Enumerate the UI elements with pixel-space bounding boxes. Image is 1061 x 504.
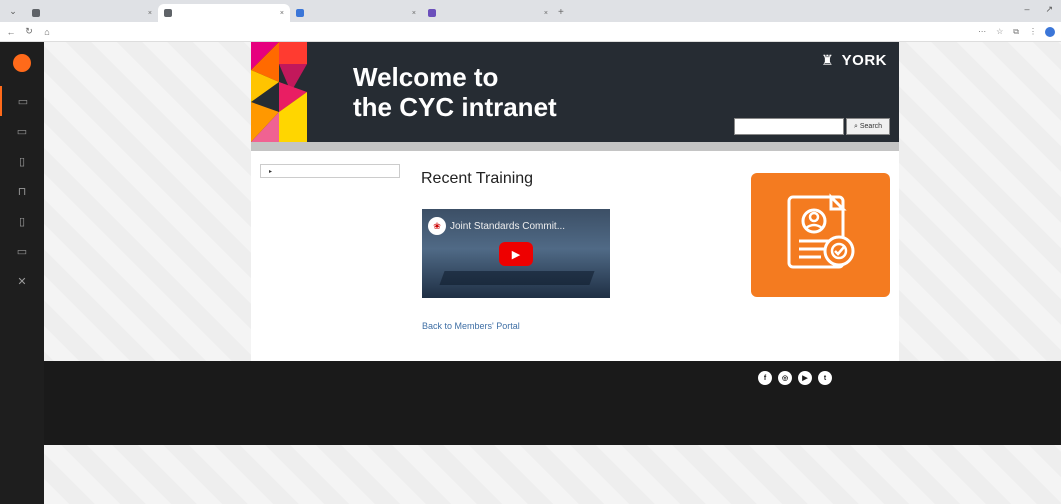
browser-tab[interactable]: × xyxy=(290,4,422,22)
sidebar-item[interactable]: ▭ xyxy=(0,116,44,146)
expand-arrow-icon: ▸ xyxy=(269,168,274,175)
page-heading: Welcome to the CYC intranet xyxy=(353,62,557,122)
youtube-icon[interactable]: ▶ xyxy=(798,371,812,385)
expand-button[interactable]: ↗ xyxy=(1045,4,1053,15)
new-tab-button[interactable]: + xyxy=(558,7,564,18)
tab-search-icon[interactable]: ⌄ xyxy=(6,4,20,18)
geometric-logo-icon xyxy=(251,42,307,142)
browser-toolbar: ⋯ ☆ ⧉ ⋮ xyxy=(978,27,1037,37)
sidebar-item[interactable]: ⊓ xyxy=(0,176,44,206)
browser-tabbar: ⌄ × × × × + – ↗ xyxy=(0,0,1061,22)
sidebar-item[interactable]: ▭ xyxy=(0,86,44,116)
back-arrow-icon[interactable]: ← xyxy=(6,27,16,37)
collections-icon[interactable]: ⧉ xyxy=(1013,27,1019,37)
training-tile-image xyxy=(751,173,890,297)
facebook-icon[interactable]: f xyxy=(758,371,772,385)
document-certificate-icon xyxy=(787,193,855,269)
sidebar-close-icon[interactable]: ✕ xyxy=(0,266,44,296)
tab-close-icon[interactable]: × xyxy=(412,10,416,17)
settings-icon[interactable]: ⋮ xyxy=(1029,27,1037,37)
browser-tab-active[interactable]: × xyxy=(158,4,290,22)
video-title[interactable]: Joint Standards Commit... xyxy=(450,221,565,232)
video-embed[interactable]: ❀ Joint Standards Commit... ▶ xyxy=(422,209,610,298)
profile-avatar[interactable] xyxy=(1045,26,1055,37)
refresh-icon[interactable]: ↻ xyxy=(24,26,34,37)
sidebar-item[interactable]: ▯ xyxy=(0,206,44,236)
tab-close-icon[interactable]: × xyxy=(148,10,152,17)
leftnav-item[interactable]: ▸ xyxy=(260,164,400,178)
twitter-icon[interactable]: t xyxy=(818,371,832,385)
sidebar-item[interactable]: ▯ xyxy=(0,146,44,176)
heading-line-2: the CYC intranet xyxy=(353,92,557,122)
york-crest-icon: ♜ xyxy=(821,52,834,68)
sidebar-item[interactable]: ▭ xyxy=(0,236,44,266)
app-sidebar: ▭ ▭ ▯ ⊓ ▯ ▭ ✕ xyxy=(0,42,44,504)
heading-line-1: Welcome to xyxy=(353,62,499,92)
search-button[interactable]: ⌕ Search xyxy=(846,118,890,135)
page-title: Recent Training xyxy=(421,170,534,187)
tab-favicon-icon xyxy=(164,9,172,17)
tab-close-icon[interactable]: × xyxy=(544,10,548,17)
browser-tab[interactable]: × xyxy=(26,4,158,22)
site-header: Welcome to the CYC intranet ♜ YORK ⌕ Sea… xyxy=(251,42,899,142)
instagram-icon[interactable]: ◎ xyxy=(778,371,792,385)
extensions-icon[interactable]: ⋯ xyxy=(978,27,986,37)
site-footer: f ◎ ▶ t xyxy=(44,361,1061,445)
search-input[interactable] xyxy=(734,118,844,135)
app-logo-icon[interactable] xyxy=(13,54,31,72)
home-icon[interactable]: ⌂ xyxy=(42,27,52,37)
video-thumbnail-detail xyxy=(439,271,595,285)
tab-favicon-icon xyxy=(428,9,436,17)
search-button-label: Search xyxy=(859,123,883,130)
window-controls: – ↗ xyxy=(1024,4,1053,15)
social-links: f ◎ ▶ t xyxy=(758,371,832,385)
favorite-star-icon[interactable]: ☆ xyxy=(996,27,1003,37)
play-button-icon[interactable]: ▶ xyxy=(499,242,533,266)
search-icon: ⌕ xyxy=(853,122,858,130)
browser-tab[interactable]: × xyxy=(422,4,554,22)
top-nav-strip xyxy=(251,142,899,151)
tab-favicon-icon xyxy=(296,9,304,17)
minimize-button[interactable]: – xyxy=(1024,4,1029,15)
channel-avatar-icon[interactable]: ❀ xyxy=(428,217,446,235)
back-to-portal-link[interactable]: Back to Members' Portal xyxy=(422,321,520,331)
york-logo: YORK xyxy=(841,52,887,69)
header-branding: ♜ YORK xyxy=(813,52,887,69)
address-bar: ← ↻ ⌂ ⋯ ☆ ⧉ ⋮ xyxy=(0,22,1061,42)
tab-close-icon[interactable]: × xyxy=(280,10,284,17)
tab-favicon-icon xyxy=(32,9,40,17)
